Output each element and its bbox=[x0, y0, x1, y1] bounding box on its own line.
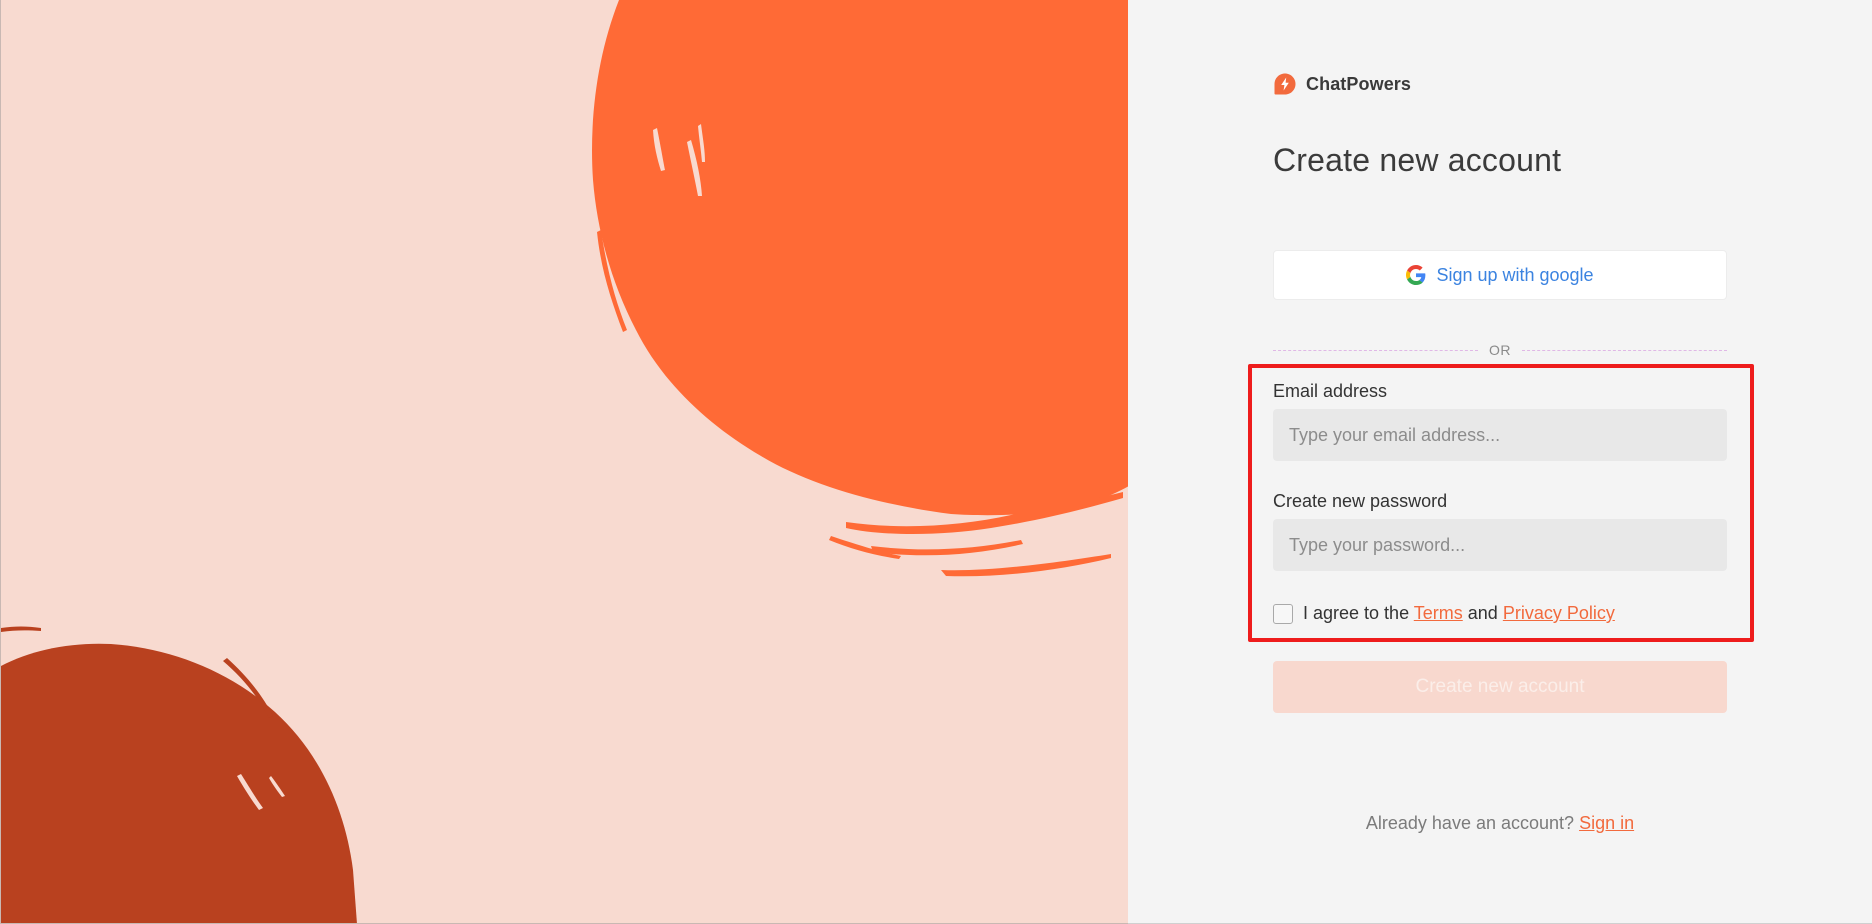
page-title: Create new account bbox=[1273, 142, 1562, 178]
large-orange-brush-circle bbox=[592, 0, 1128, 577]
signup-page: ChatPowers Create new account Sign up wi… bbox=[0, 0, 1872, 924]
or-divider: OR bbox=[1273, 340, 1727, 360]
terms-link[interactable]: Terms bbox=[1414, 603, 1463, 623]
brand-name: ChatPowers bbox=[1306, 73, 1412, 94]
signin-link[interactable]: Sign in bbox=[1579, 813, 1634, 833]
agree-conjunction: and bbox=[1467, 603, 1498, 623]
brand: ChatPowers bbox=[1273, 72, 1411, 96]
terms-agreement: I agree to the Terms and Privacy Policy bbox=[1273, 603, 1615, 624]
divider-line-right bbox=[1522, 350, 1727, 351]
small-red-brush-circle bbox=[1, 626, 357, 923]
signup-form: ChatPowers Create new account Sign up wi… bbox=[1273, 0, 1727, 924]
decorative-art-panel bbox=[0, 0, 1128, 924]
agree-text: I agree to the Terms and Privacy Policy bbox=[1303, 603, 1615, 624]
password-input[interactable] bbox=[1273, 519, 1727, 571]
brush-circles-illustration bbox=[1, 0, 1128, 923]
google-icon bbox=[1406, 265, 1426, 285]
terms-checkbox[interactable] bbox=[1273, 603, 1293, 624]
google-signup-button[interactable]: Sign up with google bbox=[1273, 250, 1727, 300]
signup-form-panel: ChatPowers Create new account Sign up wi… bbox=[1128, 0, 1872, 924]
signin-prompt-text: Already have an account? bbox=[1365, 813, 1575, 833]
lightning-bolt-icon bbox=[1273, 72, 1297, 96]
agree-prefix: I agree to the bbox=[1303, 603, 1410, 623]
email-label: Email address bbox=[1273, 381, 1388, 401]
privacy-policy-link[interactable]: Privacy Policy bbox=[1503, 603, 1615, 623]
password-label: Create new password bbox=[1273, 491, 1448, 511]
create-account-button[interactable]: Create new account bbox=[1273, 661, 1727, 713]
signin-prompt: Already have an account? Sign in bbox=[1273, 813, 1727, 834]
email-input[interactable] bbox=[1273, 409, 1727, 461]
google-signup-label: Sign up with google bbox=[1436, 264, 1594, 285]
